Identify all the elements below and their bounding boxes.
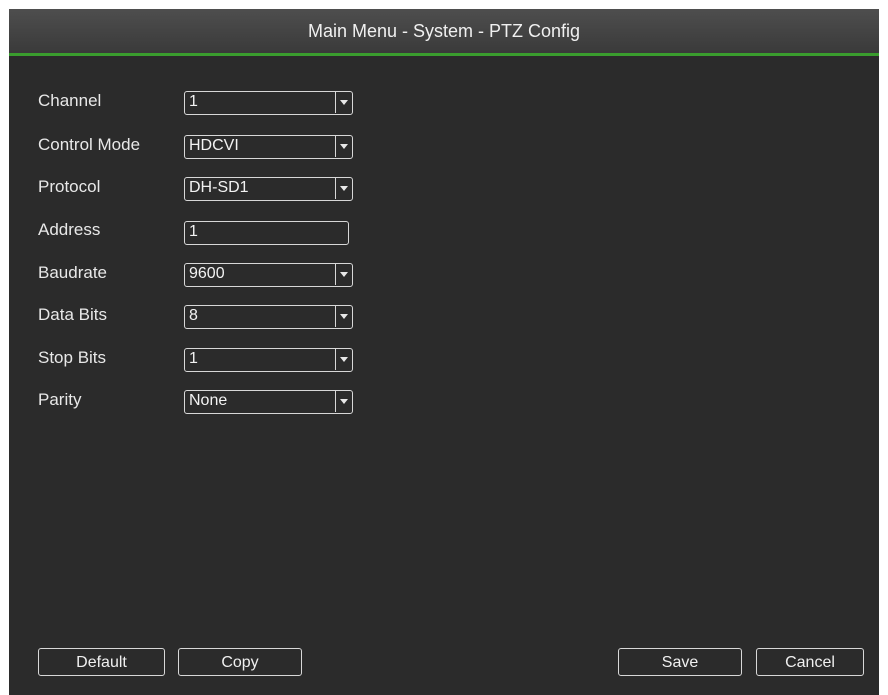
chevron-down-icon [340, 314, 348, 319]
chevron-down-icon [340, 186, 348, 191]
stop-bits-dropdown-button[interactable] [335, 349, 352, 370]
copy-button[interactable]: Copy [178, 648, 302, 676]
address-input[interactable]: 1 [184, 221, 349, 245]
parity-label: Parity [38, 390, 82, 409]
window-title: Main Menu - System - PTZ Config [307, 21, 581, 41]
save-button[interactable]: Save [618, 648, 742, 676]
address-label: Address [38, 220, 101, 239]
control-mode-dropdown-button[interactable] [335, 136, 352, 157]
chevron-down-icon [340, 100, 348, 105]
stop-bits-dropdown[interactable]: 1 [184, 348, 353, 372]
baudrate-dropdown-button[interactable] [335, 264, 352, 285]
data-bits-dropdown[interactable]: 8 [184, 305, 353, 329]
baudrate-label: Baudrate [38, 263, 107, 282]
chevron-down-icon [340, 357, 348, 362]
parity-value: None [189, 392, 228, 409]
protocol-value: DH-SD1 [189, 179, 249, 196]
channel-dropdown[interactable]: 1 [184, 91, 353, 115]
protocol-dropdown[interactable]: DH-SD1 [184, 177, 353, 201]
title-bar: Main Menu - System - PTZ Config [9, 9, 879, 56]
parity-dropdown-button[interactable] [335, 391, 352, 412]
protocol-label: Protocol [38, 177, 101, 196]
baudrate-dropdown[interactable]: 9600 [184, 263, 353, 287]
stop-bits-value: 1 [189, 350, 198, 367]
channel-value: 1 [189, 93, 198, 110]
control-mode-value: HDCVI [189, 137, 239, 154]
data-bits-label: Data Bits [38, 305, 107, 324]
baudrate-value: 9600 [189, 265, 225, 282]
chevron-down-icon [340, 399, 348, 404]
channel-dropdown-button[interactable] [335, 92, 352, 113]
default-button[interactable]: Default [38, 648, 165, 676]
channel-label: Channel [38, 91, 102, 110]
control-mode-dropdown[interactable]: HDCVI [184, 135, 353, 159]
protocol-dropdown-button[interactable] [335, 178, 352, 199]
data-bits-dropdown-button[interactable] [335, 306, 352, 327]
chevron-down-icon [340, 144, 348, 149]
stop-bits-label: Stop Bits [38, 348, 107, 367]
ptz-config-window: Main Menu - System - PTZ Config Channel … [9, 9, 879, 695]
data-bits-value: 8 [189, 307, 198, 324]
chevron-down-icon [340, 272, 348, 277]
address-value: 1 [189, 223, 198, 240]
control-mode-label: Control Mode [38, 135, 141, 154]
cancel-button[interactable]: Cancel [756, 648, 864, 676]
parity-dropdown[interactable]: None [184, 390, 353, 414]
